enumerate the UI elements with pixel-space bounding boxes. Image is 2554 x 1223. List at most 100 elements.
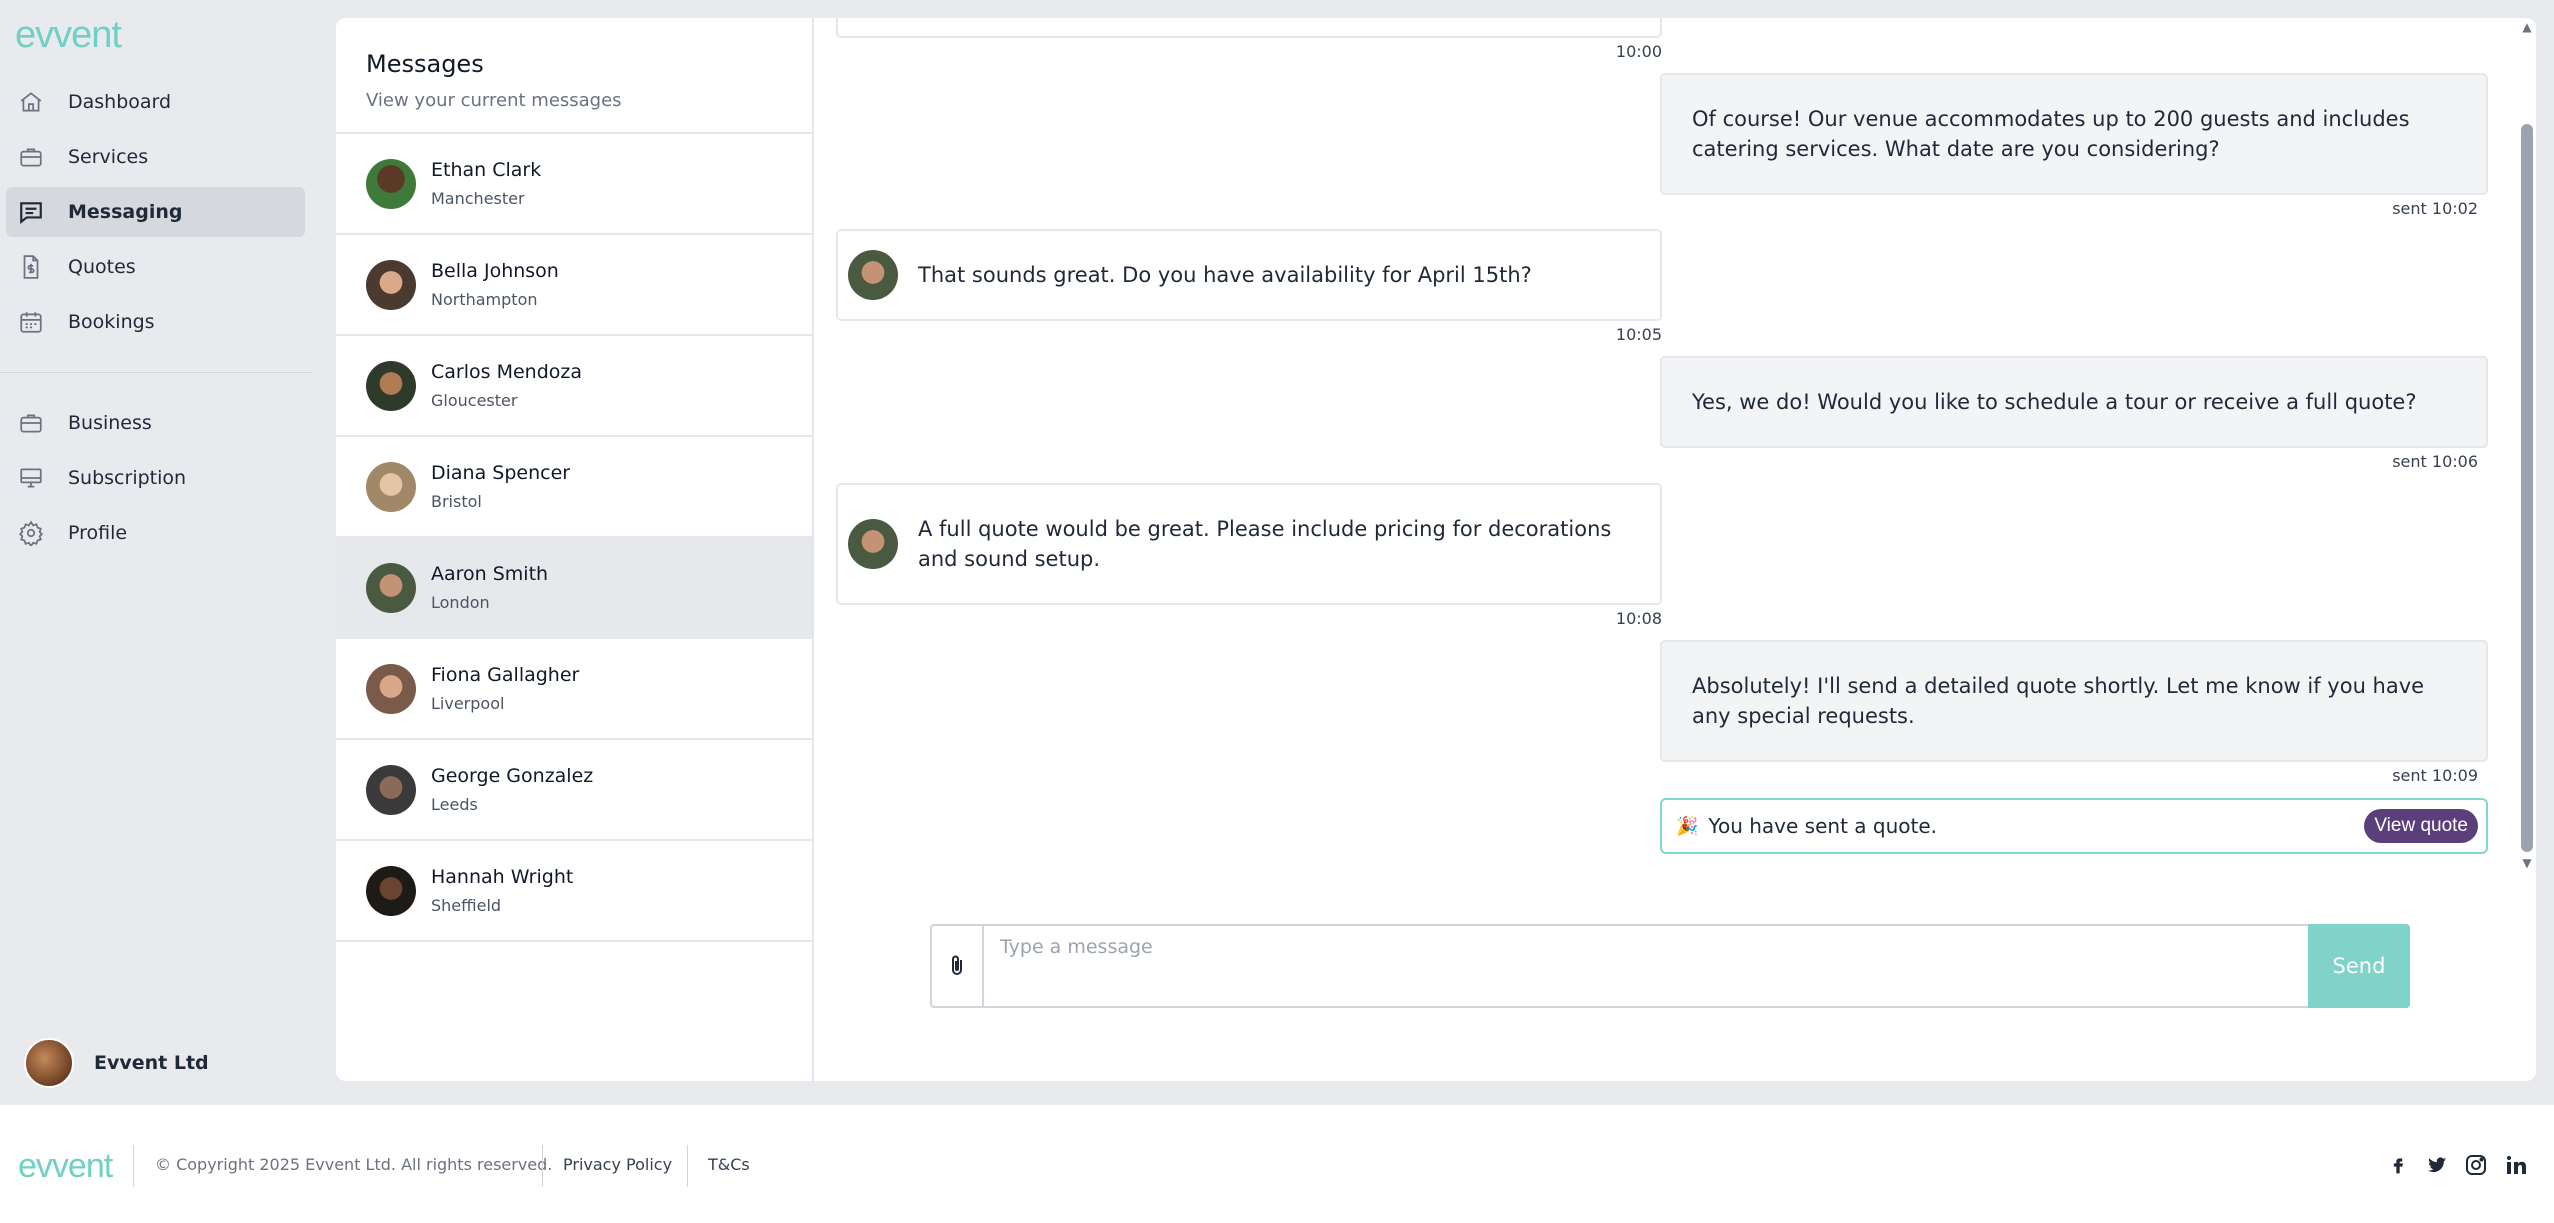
message-bubble-outgoing: Yes, we do! Would you like to schedule a…: [1660, 356, 2488, 448]
sidebar-item-messaging[interactable]: Messaging: [6, 187, 305, 237]
conversation-item[interactable]: Carlos Mendoza Gloucester: [336, 336, 812, 437]
conversation-city: London: [431, 593, 490, 612]
footer-divider: [133, 1145, 134, 1187]
sidebar-item-subscription[interactable]: Subscription: [6, 453, 305, 503]
conversation-list-header: Messages View your current messages: [336, 18, 812, 134]
conversation-item[interactable]: Diana Spencer Bristol: [336, 437, 812, 538]
sidebar-item-services[interactable]: Services: [6, 132, 305, 182]
sidebar-item-label: Quotes: [68, 256, 136, 278]
instagram-icon[interactable]: [2462, 1151, 2490, 1179]
conversation-item[interactable]: George Gonzalez Leeds: [336, 740, 812, 841]
sidebar-item-bookings[interactable]: Bookings: [6, 297, 305, 347]
message-time: 10:05: [1615, 325, 1662, 344]
avatar: [366, 663, 416, 714]
attachment-button[interactable]: [932, 926, 984, 1006]
message-bubble-incoming: [836, 18, 1662, 38]
avatar: [366, 259, 416, 310]
document-dollar-icon: [18, 252, 54, 282]
conversation-name: George Gonzalez: [431, 765, 594, 787]
avatar: [366, 158, 416, 209]
message-bubble-outgoing: Absolutely! I'll send a detailed quote s…: [1660, 640, 2488, 762]
calendar-icon: [18, 307, 54, 337]
avatar: [848, 250, 898, 300]
conversation-item[interactable]: Bella Johnson Northampton: [336, 235, 812, 336]
sidebar-item-profile[interactable]: Profile: [6, 508, 305, 558]
account-menu[interactable]: Evvent Ltd: [24, 1038, 209, 1088]
footer-logo[interactable]: evvent: [18, 1147, 113, 1186]
conversation-city: Sheffield: [431, 896, 502, 915]
message-time: sent 10:02: [2392, 199, 2478, 218]
send-button[interactable]: Send: [2308, 924, 2410, 1008]
chat-scrollbar[interactable]: ▲ ▼: [2518, 18, 2536, 878]
briefcase-icon: [18, 408, 54, 438]
message-text: Of course! Our venue accommodates up to …: [1692, 107, 2410, 161]
sidebar-item-business[interactable]: Business: [6, 398, 305, 448]
party-popper-icon: 🎉: [1676, 815, 1699, 837]
sidebar-item-label: Business: [68, 412, 152, 434]
linkedin-icon[interactable]: [2502, 1151, 2530, 1179]
privacy-policy-link[interactable]: Privacy Policy: [563, 1155, 672, 1174]
conversation-city: Leeds: [431, 795, 478, 814]
conversation-name: Ethan Clark: [431, 159, 542, 181]
sidebar-divider: [0, 372, 313, 373]
message-time: 10:08: [1615, 609, 1662, 628]
conversation-item[interactable]: Fiona Gallagher Liverpool: [336, 639, 812, 740]
message-time: sent 10:09: [2392, 766, 2478, 785]
scroll-down-icon[interactable]: ▼: [2520, 856, 2534, 870]
avatar: [366, 360, 416, 411]
message-time: 10:00: [1615, 42, 1662, 61]
conversation-item-active[interactable]: Aaron Smith London: [336, 538, 812, 639]
quote-sent-notice: 🎉 You have sent a quote. View quote: [1660, 798, 2488, 854]
footer-divider: [687, 1145, 688, 1187]
message-text: That sounds great. Do you have availabil…: [918, 263, 1532, 287]
avatar: [366, 562, 416, 613]
home-icon: [18, 87, 54, 117]
sidebar-item-label: Profile: [68, 522, 128, 544]
conversation-name: Hannah Wright: [431, 866, 574, 888]
conversation-name: Aaron Smith: [431, 563, 549, 585]
sidebar-item-dashboard[interactable]: Dashboard: [6, 77, 305, 127]
conversation-item[interactable]: Hannah Wright Sheffield: [336, 841, 812, 942]
sidebar-item-label: Bookings: [68, 311, 155, 333]
conversation-name: Diana Spencer: [431, 462, 571, 484]
avatar: [366, 461, 416, 512]
conversation-name: Carlos Mendoza: [431, 361, 582, 383]
account-name: Evvent Ltd: [94, 1052, 209, 1074]
message-bubble-outgoing: Of course! Our venue accommodates up to …: [1660, 73, 2488, 195]
conversation-item[interactable]: Ethan Clark Manchester: [336, 134, 812, 235]
message-time: sent 10:06: [2392, 452, 2478, 471]
page-title: Messages: [366, 50, 484, 78]
terms-link[interactable]: T&Cs: [708, 1155, 750, 1174]
scroll-up-icon[interactable]: ▲: [2520, 20, 2534, 34]
conversation-name: Fiona Gallagher: [431, 664, 580, 686]
app-logo[interactable]: evvent: [15, 14, 122, 57]
sidebar-item-label: Subscription: [68, 467, 187, 489]
conversation-city: Northampton: [431, 290, 538, 309]
message-input[interactable]: [986, 926, 2316, 1006]
sidebar-item-label: Messaging: [68, 201, 183, 223]
view-quote-button[interactable]: View quote: [2364, 809, 2478, 843]
chat-area: 10:00 Of course! Our venue accommodates …: [816, 18, 2536, 1081]
monitor-icon: [18, 463, 54, 493]
avatar: [366, 865, 416, 916]
briefcase-icon: [18, 142, 54, 172]
message-text: Yes, we do! Would you like to schedule a…: [1692, 390, 2417, 414]
conversation-list: Messages View your current messages Etha…: [336, 18, 814, 1081]
conversation-city: Gloucester: [431, 391, 518, 410]
footer: evvent © Copyright 2025 Evvent Ltd. All …: [0, 1105, 2554, 1223]
conversation-city: Bristol: [431, 492, 482, 511]
avatar: [24, 1038, 74, 1088]
paperclip-icon: [952, 955, 962, 975]
quote-notice-text: You have sent a quote.: [1708, 814, 1938, 838]
main-panel: Messages View your current messages Etha…: [336, 18, 2536, 1081]
message-icon: [18, 197, 54, 227]
twitter-icon[interactable]: [2423, 1151, 2451, 1179]
message-bubble-incoming: That sounds great. Do you have availabil…: [836, 229, 1662, 321]
conversation-name: Bella Johnson: [431, 260, 559, 282]
facebook-icon[interactable]: [2384, 1151, 2412, 1179]
page-subtitle: View your current messages: [366, 90, 622, 111]
message-text: A full quote would be great. Please incl…: [918, 517, 1612, 571]
footer-divider: [542, 1145, 543, 1187]
sidebar-item-quotes[interactable]: Quotes: [6, 242, 305, 292]
scrollbar-thumb[interactable]: [2521, 124, 2533, 852]
